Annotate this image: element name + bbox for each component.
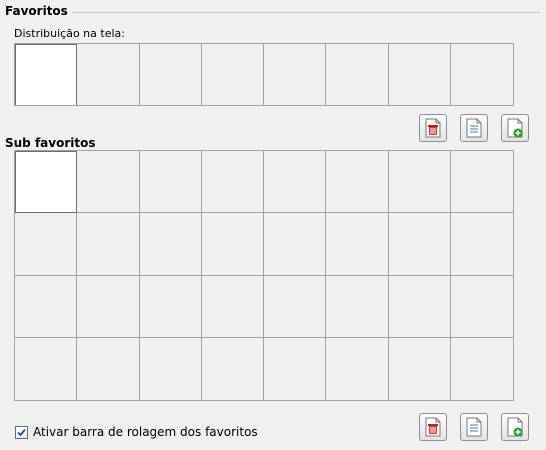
sub-favorito-cell[interactable] (450, 213, 513, 276)
add-sub-favorite-button[interactable] (501, 413, 529, 441)
favorito-cell[interactable] (326, 44, 389, 105)
sub-favorito-cell[interactable] (77, 151, 140, 214)
edit-page-icon (465, 417, 483, 437)
delete-page-icon (424, 417, 442, 437)
sub-favorito-cell[interactable] (450, 337, 513, 400)
sub-favoritos-grid (14, 150, 514, 401)
sub-favorito-cell[interactable] (201, 275, 264, 338)
favorito-cell[interactable] (15, 44, 78, 105)
scrollbar-option[interactable]: Ativar barra de rolagem dos favoritos (15, 425, 258, 439)
favorito-cell[interactable] (77, 44, 140, 105)
sub-favorito-cell[interactable] (201, 337, 264, 400)
favoritos-grid (14, 43, 514, 106)
sub-favorito-cell[interactable] (139, 337, 202, 400)
sub-favorito-cell[interactable] (77, 275, 140, 338)
favorito-cell[interactable] (388, 44, 451, 105)
delete-page-icon (424, 118, 442, 138)
sub-favorito-cell[interactable] (388, 337, 451, 400)
sub-favorito-cell[interactable] (326, 337, 389, 400)
favorito-cell[interactable] (139, 44, 202, 105)
favoritos-divider (72, 12, 540, 13)
add-page-icon (506, 417, 524, 437)
sub-favorito-cell[interactable] (201, 151, 264, 214)
edit-sub-favorite-button[interactable] (460, 413, 488, 441)
sub-favorito-cell[interactable] (450, 151, 513, 214)
sub-favorito-cell[interactable] (264, 337, 327, 400)
sub-favorito-cell[interactable] (388, 213, 451, 276)
sub-favorito-cell[interactable] (450, 275, 513, 338)
sub-favorito-cell[interactable] (326, 213, 389, 276)
sub-favorito-cell[interactable] (201, 213, 264, 276)
sub-favoritos-title: Sub favoritos (5, 136, 96, 150)
favoritos-title: Favoritos (5, 4, 68, 18)
favorito-cell[interactable] (201, 44, 264, 105)
delete-favorite-button[interactable] (419, 114, 447, 142)
distribution-label: Distribuição na tela: (14, 27, 125, 40)
edit-page-icon (465, 118, 483, 138)
sub-favorito-cell[interactable] (388, 151, 451, 214)
sub-favorito-cell[interactable] (139, 213, 202, 276)
edit-favorite-button[interactable] (460, 114, 488, 142)
delete-sub-favorite-button[interactable] (419, 413, 447, 441)
sub-favorito-cell[interactable] (15, 151, 78, 214)
sub-favorito-cell[interactable] (388, 275, 451, 338)
add-page-icon (506, 118, 524, 138)
sub-favorito-cell[interactable] (139, 275, 202, 338)
sub-favorito-cell[interactable] (77, 337, 140, 400)
sub-favorito-cell[interactable] (77, 213, 140, 276)
sub-favorito-cell[interactable] (15, 337, 78, 400)
sub-favorito-cell[interactable] (264, 275, 327, 338)
scrollbar-checkbox[interactable] (15, 425, 28, 439)
sub-favorito-cell[interactable] (326, 275, 389, 338)
favorito-cell[interactable] (450, 44, 513, 105)
sub-favorito-cell[interactable] (326, 151, 389, 214)
sub-favorito-cell[interactable] (264, 151, 327, 214)
sub-favorito-cell[interactable] (139, 151, 202, 214)
scrollbar-checkbox-label[interactable]: Ativar barra de rolagem dos favoritos (33, 425, 258, 439)
sub-favorito-cell[interactable] (15, 213, 78, 276)
add-favorite-button[interactable] (501, 114, 529, 142)
checkmark-icon (17, 428, 26, 436)
sub-favorito-cell[interactable] (264, 213, 327, 276)
sub-favorito-cell[interactable] (15, 275, 78, 338)
favorito-cell[interactable] (264, 44, 327, 105)
